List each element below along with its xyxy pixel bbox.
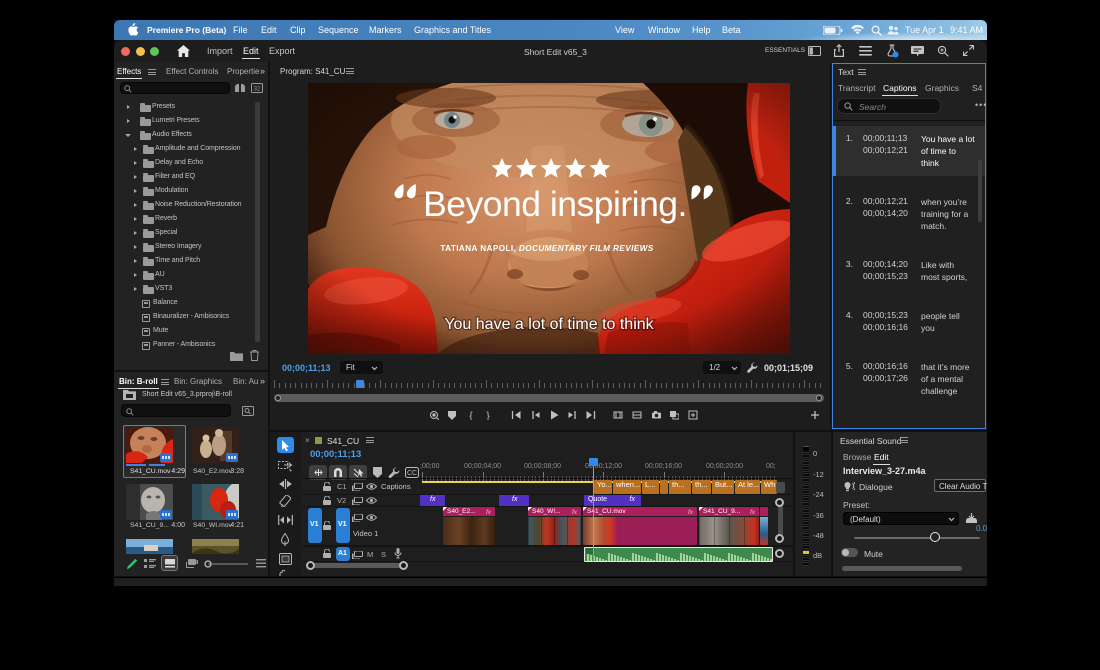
svg-text:CC: CC (407, 470, 417, 477)
svg-text:You have a lot of time to thin: You have a lot of time to think (444, 316, 654, 333)
svg-text:}: } (486, 411, 490, 420)
svg-text:TATIANA NAPOLI, DOCUMENTARY FI: TATIANA NAPOLI, DOCUMENTARY FILM REVIEWS (440, 244, 653, 253)
svg-text:Beyond inspiring.: Beyond inspiring. (423, 184, 687, 224)
svg-text:{: { (469, 411, 473, 420)
svg-text:32: 32 (254, 87, 261, 93)
